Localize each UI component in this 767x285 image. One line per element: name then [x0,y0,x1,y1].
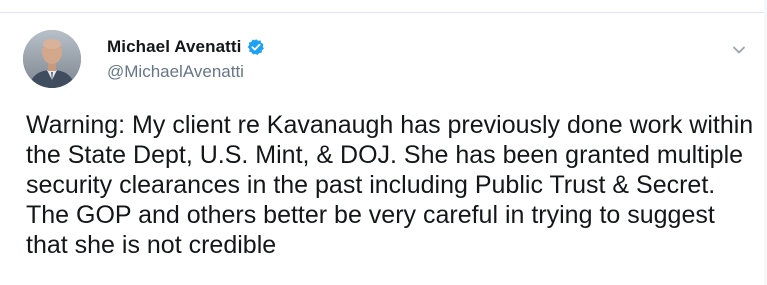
author-name-row: Michael Avenatti [107,36,265,58]
chevron-down-icon[interactable] [732,42,746,54]
tweet-card: Michael Avenatti @MichaelAvenatti Warnin… [0,13,767,285]
avatar[interactable] [23,30,81,88]
author-display-name[interactable]: Michael Avenatti [107,37,242,57]
tweet-text: Warning: My client re Kavanaugh has prev… [26,111,761,259]
author-handle[interactable]: @MichaelAvenatti [107,62,265,82]
author-block: Michael Avenatti @MichaelAvenatti [107,36,265,82]
avatar-photo [23,30,81,88]
verified-badge-icon [247,38,265,56]
